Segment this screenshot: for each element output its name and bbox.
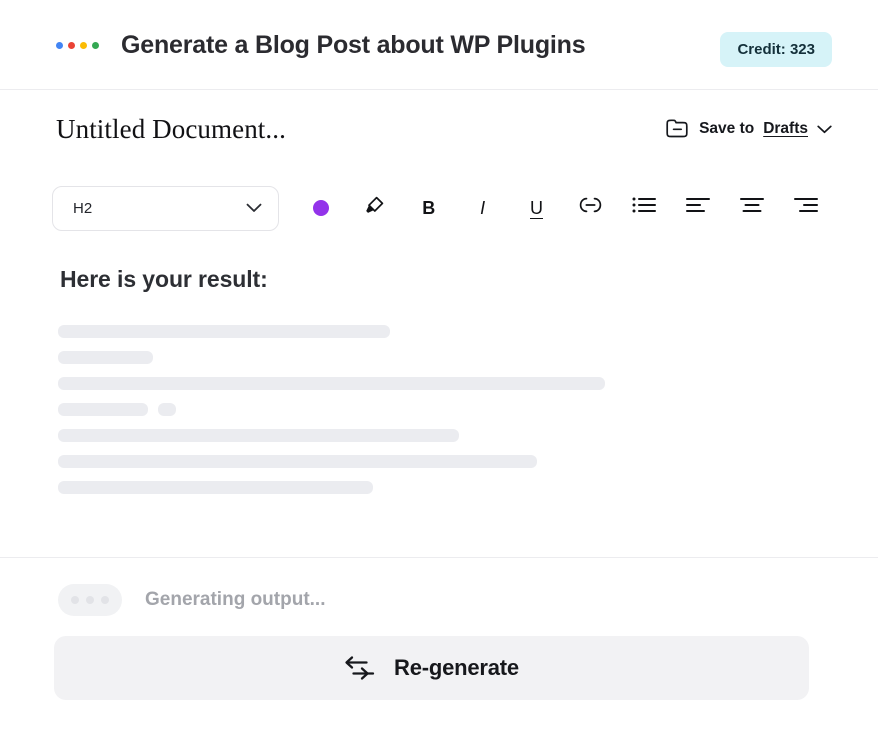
align-center-button[interactable] xyxy=(732,191,772,225)
skeleton-row xyxy=(58,403,832,416)
skeleton-row xyxy=(58,455,832,468)
skeleton-bar xyxy=(58,351,153,364)
bulleted-list-button[interactable] xyxy=(624,191,664,225)
page-title: Generate a Blog Post about WP Plugins xyxy=(121,31,585,60)
highlighter-pen-icon xyxy=(363,194,386,223)
footer-actions: Re-generate xyxy=(0,620,878,700)
skeleton-bar xyxy=(158,403,176,416)
generation-status: Generating output... xyxy=(0,558,878,620)
credit-badge: Credit: 323 xyxy=(720,32,832,67)
document-bar: Untitled Document... Save to Drafts xyxy=(0,90,878,168)
regenerate-button[interactable]: Re-generate xyxy=(54,636,809,700)
text-style-value: H2 xyxy=(73,200,92,217)
skeleton-bar xyxy=(58,403,148,416)
align-center-icon xyxy=(740,196,764,220)
typing-dot-2 xyxy=(86,596,94,604)
swap-arrows-icon xyxy=(344,655,376,681)
align-left-icon xyxy=(686,196,710,220)
editor-area[interactable]: Here is your result: xyxy=(0,248,878,558)
skeleton-row xyxy=(58,325,832,338)
skeleton-row xyxy=(58,481,832,494)
save-to-prefix: Save to xyxy=(699,120,754,138)
save-destination[interactable]: Drafts xyxy=(763,120,808,138)
regenerate-label: Re-generate xyxy=(394,655,519,681)
align-left-button[interactable] xyxy=(678,191,718,225)
bulleted-list-icon xyxy=(632,196,656,220)
skeleton-bar xyxy=(58,325,390,338)
green-dot-icon xyxy=(92,42,99,49)
result-heading: Here is your result: xyxy=(60,266,832,293)
skeleton-bar xyxy=(58,429,459,442)
underline-button[interactable]: U xyxy=(517,191,557,225)
save-to-control[interactable]: Save to Drafts xyxy=(665,118,832,140)
document-title[interactable]: Untitled Document... xyxy=(56,114,286,145)
status-text: Generating output... xyxy=(145,589,326,611)
text-color-button[interactable] xyxy=(301,191,341,225)
skeleton-bar xyxy=(58,455,537,468)
skeleton-row xyxy=(58,351,832,364)
skeleton-bar xyxy=(58,481,373,494)
tool-buttons: B I U xyxy=(301,191,832,225)
typing-dot-1 xyxy=(71,596,79,604)
color-circle-icon xyxy=(313,200,329,216)
link-icon xyxy=(578,196,603,220)
highlighter-button[interactable] xyxy=(355,191,395,225)
italic-button[interactable]: I xyxy=(463,191,503,225)
content-skeleton xyxy=(58,325,832,494)
chevron-down-icon[interactable] xyxy=(817,125,832,134)
link-button[interactable] xyxy=(570,191,610,225)
yellow-dot-icon xyxy=(80,42,87,49)
folder-minus-icon xyxy=(665,118,690,140)
align-right-button[interactable] xyxy=(786,191,826,225)
skeleton-row xyxy=(58,377,832,390)
red-dot-icon xyxy=(68,42,75,49)
bold-button[interactable]: B xyxy=(409,191,449,225)
app-header: Generate a Blog Post about WP Plugins Cr… xyxy=(0,0,878,90)
align-right-icon xyxy=(794,196,818,220)
skeleton-bar xyxy=(58,377,605,390)
app-logo xyxy=(56,42,99,49)
formatting-toolbar: H2 B I U xyxy=(0,168,878,248)
text-style-select[interactable]: H2 xyxy=(52,186,279,231)
chevron-down-icon xyxy=(246,200,262,217)
blue-dot-icon xyxy=(56,42,63,49)
typing-dots-icon xyxy=(58,584,122,616)
typing-dot-3 xyxy=(101,596,109,604)
skeleton-row xyxy=(58,429,832,442)
